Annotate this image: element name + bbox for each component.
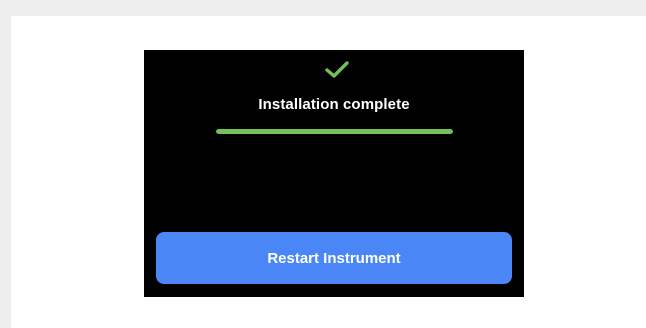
restart-instrument-button[interactable]: Restart Instrument [156, 232, 512, 284]
progress-fill [216, 129, 453, 134]
restart-button-label: Restart Instrument [267, 249, 401, 267]
progress-bar [216, 129, 453, 134]
check-icon [325, 61, 349, 78]
device-screen: Installation complete Restart Instrument [144, 50, 524, 297]
status-title: Installation complete [258, 96, 410, 113]
